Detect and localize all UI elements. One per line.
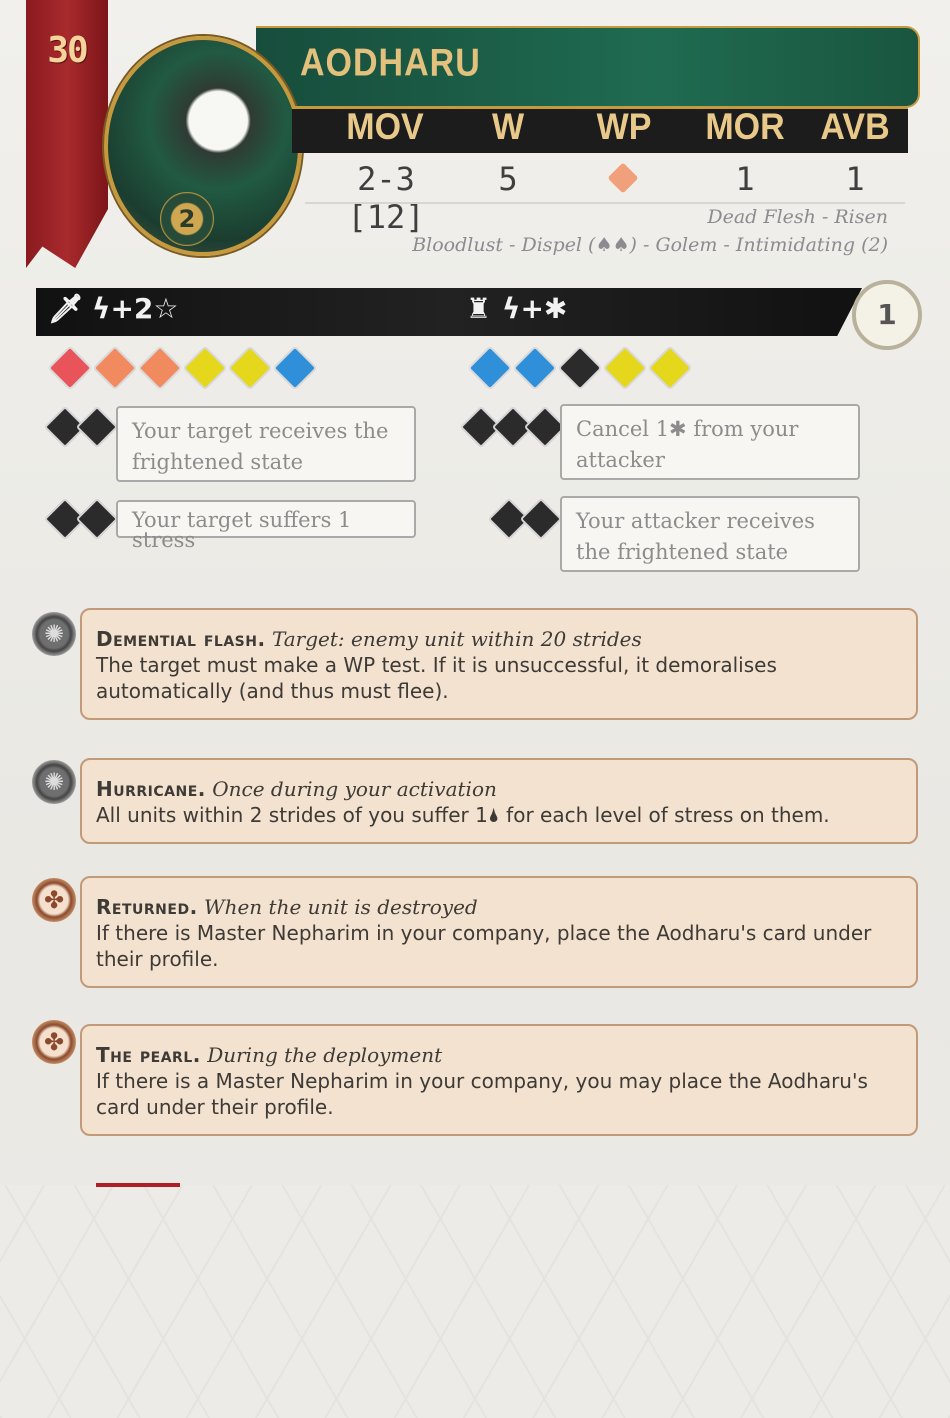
cost-pip-icon [519,497,563,541]
melee-effect-2: Your target suffers 1 stress [116,500,416,551]
cost-pip-icon [75,405,119,449]
unit-card: 30 AODHARU 2 MOV W WP MOR AVB 2-3 [12] 5… [0,0,950,1418]
defense-effect-1: Cancel 1✱ from your attacker [560,404,860,480]
defense-tower-icon: ♜ [466,292,492,325]
card-bottom-pattern [0,1185,950,1418]
melee-effect-2-cost [43,497,119,541]
ability-trigger: Target: enemy unit within 20 strides [271,627,642,651]
die-icon [467,345,513,391]
melee-effect-1: Your target receives the frightened stat… [116,406,416,482]
keywords-line-1: Dead Flesh - Risen [707,206,888,228]
ability-demential-flash: Demential flash. Target: enemy unit with… [80,608,918,720]
ability-text: All units within 2 strides of you suffer… [96,803,830,827]
gear-icon: ✺ [32,760,76,804]
stat-value-avb: 1 [845,160,865,198]
ability-trigger: During the deployment [207,1043,443,1067]
keywords-line-2: Bloodlust - Dispel (♠♠) - Golem - Intimi… [412,234,888,256]
stat-divider [305,202,905,204]
melee-label: ϟ+2☆ [92,292,179,325]
stat-label-w: W [491,106,525,148]
die-icon [137,345,183,391]
die-icon [602,345,648,391]
defense-effect-2: Your attacker receives the frightened st… [560,496,860,572]
ability-name: Hurricane. [96,777,206,801]
ability-name: The pearl. [96,1043,201,1067]
ability-text: The target must make a WP test. If it is… [96,653,777,703]
cost-pip-icon [75,497,119,541]
rank-emblem-icon: 2 [160,192,214,246]
ability-trigger: When the unit is destroyed [204,895,478,919]
ability-name: Returned. [96,895,198,919]
die-icon [647,345,693,391]
ability-text: If there is a Master Nepharim in your co… [96,1069,868,1119]
ability-trigger: Once during your activation [212,777,497,801]
die-icon [227,345,273,391]
stat-value-mov: 2-3 [12] [347,160,425,236]
die-icon [47,345,93,391]
die-icon [557,345,603,391]
gear-icon: ✺ [32,612,76,656]
defense-effect-1-cost [459,405,567,449]
trefoil-icon: ✤ [32,878,76,922]
melee-effect-1-cost [43,405,119,449]
red-mark [96,1183,180,1187]
ability-returned: Returned. When the unit is destroyed If … [80,876,918,988]
wp-diamond-icon [607,162,639,194]
unit-name: AODHARU [300,41,481,85]
die-icon [182,345,228,391]
defense-effect-2-cost [487,497,563,541]
ability-the-pearl: The pearl. During the deployment If ther… [80,1024,918,1136]
melee-sword-icon: 🗡 [48,292,84,325]
die-icon [512,345,558,391]
trefoil-icon: ✤ [32,1020,76,1064]
die-icon [272,345,318,391]
ability-text: If there is Master Nepharim in your comp… [96,921,872,971]
die-icon [92,345,138,391]
stat-value-w: 5 [498,160,518,198]
unit-cost: 30 [47,30,88,71]
stat-label-avb: AVB [820,106,890,148]
stat-label-mov: MOV [346,106,424,148]
ability-hurricane: Hurricane. Once during your activation A… [80,758,918,844]
stat-label-wp: WP [596,106,652,148]
defense-label: ϟ+✱ [502,292,568,325]
counter-badge: 1 [852,280,922,350]
ability-name: Demential flash. [96,627,266,651]
stat-value-mor: 1 [735,160,755,198]
stat-label-mor: MOR [705,106,785,148]
